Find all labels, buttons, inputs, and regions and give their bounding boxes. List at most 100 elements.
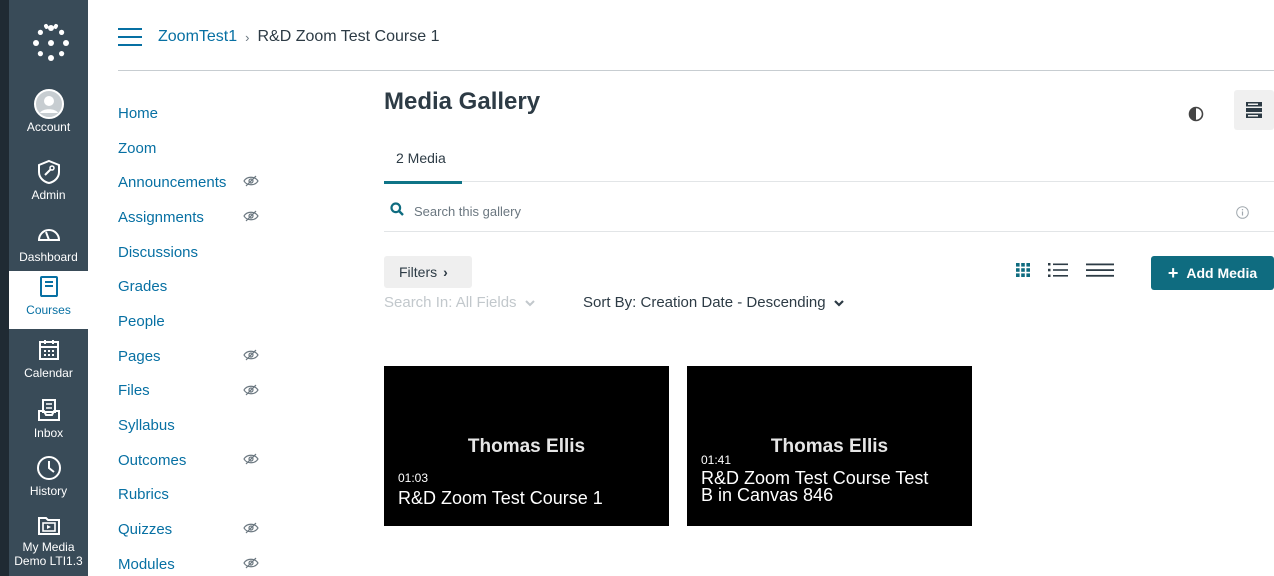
course-nav-item-modules[interactable]: Modules <box>118 547 278 576</box>
media-title: R&D Zoom Test Course Test B in Canvas 84… <box>701 468 929 505</box>
course-nav-label: Home <box>118 104 159 122</box>
global-nav-courses[interactable]: Courses <box>9 271 88 329</box>
global-nav: Account Admin Dashboard Courses Calendar <box>0 0 88 576</box>
filters-label: Filters <box>399 264 438 280</box>
breadcrumb-current: R&D Zoom Test Course 1 <box>257 28 440 45</box>
course-nav-item-people[interactable]: People <box>118 304 278 339</box>
tab-media[interactable]: 2 Media <box>384 146 462 184</box>
sort-by-label: Sort By: Creation Date - Descending <box>583 294 826 311</box>
search-icon[interactable] <box>390 202 404 221</box>
global-nav-dashboard[interactable]: Dashboard <box>9 218 88 276</box>
media-title: R&D Zoom Test Course 1 <box>398 488 603 508</box>
list-view-icon[interactable] <box>1048 262 1068 278</box>
eye-slash-icon <box>243 174 259 191</box>
eye-slash-icon <box>243 521 259 538</box>
search-input[interactable] <box>414 204 1114 219</box>
course-nav-label: Rubrics <box>118 486 169 504</box>
media-card[interactable]: Thomas Ellis 01:41 R&D Zoom Test Course … <box>687 366 972 526</box>
media-gallery: Media Gallery 2 Media Filters › <box>384 88 1274 526</box>
course-nav-label: Announcements <box>118 174 227 192</box>
gallery-tabs: 2 Media <box>384 146 1274 184</box>
course-nav: Home Zoom Announcements Assignments Discussi… <box>118 96 278 576</box>
global-nav-label: Courses <box>26 303 71 317</box>
canvas-logo-icon[interactable] <box>30 22 72 64</box>
chevron-down-icon <box>525 300 535 307</box>
course-nav-label: Zoom <box>118 139 157 157</box>
course-nav-item-home[interactable]: Home <box>118 96 278 131</box>
course-nav-label: Pages <box>118 347 161 365</box>
search-in-dropdown[interactable]: Search In: All Fields <box>384 294 535 311</box>
add-media-button[interactable]: + Add Media <box>1151 256 1274 290</box>
course-nav-label: Syllabus <box>118 417 175 435</box>
filters-button[interactable]: Filters › <box>384 256 472 288</box>
eye-slash-icon <box>243 556 259 573</box>
media-card[interactable]: Thomas Ellis 01:03 R&D Zoom Test Course … <box>384 366 669 526</box>
course-nav-item-syllabus[interactable]: Syllabus <box>118 408 278 443</box>
admin-icon <box>36 156 62 188</box>
tab-active-indicator <box>384 181 462 184</box>
dashboard-icon <box>36 218 62 250</box>
global-nav-calendar[interactable]: Calendar <box>9 334 88 392</box>
course-menu-toggle[interactable] <box>118 28 142 46</box>
course-nav-label: Modules <box>118 555 175 573</box>
compact-view-icon[interactable] <box>1086 262 1114 278</box>
global-nav-label: History <box>29 484 68 498</box>
course-nav-label: Grades <box>118 278 168 296</box>
course-nav-item-rubrics[interactable]: Rubrics <box>118 478 278 513</box>
eye-slash-icon <box>243 452 259 469</box>
hamburger-line <box>118 36 142 38</box>
layout-rows-icon <box>1246 102 1262 118</box>
course-nav-item-discussions[interactable]: Discussions <box>118 235 278 270</box>
breadcrumb-separator: › <box>245 29 250 45</box>
plus-icon: + <box>1167 262 1179 283</box>
media-duration: 01:03 <box>398 471 429 485</box>
header-divider <box>118 70 1274 71</box>
hamburger-line <box>118 44 142 46</box>
course-header: ZoomTest1 › R&D Zoom Test Course 1 <box>118 18 1274 56</box>
global-nav-history[interactable]: History <box>9 452 88 510</box>
global-nav-admin[interactable]: Admin <box>9 156 88 214</box>
grid-view-icon[interactable] <box>1016 263 1030 277</box>
media-owner: Thomas Ellis <box>467 436 586 457</box>
chevron-down-icon <box>834 300 844 307</box>
courses-icon <box>36 271 62 303</box>
inbox-icon <box>36 394 62 426</box>
eye-slash-icon <box>243 348 259 365</box>
global-nav-inbox[interactable]: Inbox <box>9 394 88 452</box>
course-nav-item-files[interactable]: Files <box>118 374 278 409</box>
course-nav-label: People <box>118 312 165 330</box>
media-duration: 01:41 <box>701 453 732 467</box>
view-switcher <box>1016 262 1114 278</box>
search-in-label: Search In: All Fields <box>384 294 517 311</box>
eye-slash-icon <box>243 383 259 400</box>
canvas-page: Account Admin Dashboard Courses Calendar <box>0 0 1274 576</box>
contrast-toggle-icon[interactable] <box>1188 106 1204 127</box>
course-nav-item-grades[interactable]: Grades <box>118 269 278 304</box>
global-nav-label: Inbox <box>33 426 64 440</box>
global-nav-edge <box>0 0 9 576</box>
chevron-right-icon: › <box>443 264 448 280</box>
breadcrumb: ZoomTest1 › R&D Zoom Test Course 1 <box>158 28 439 46</box>
history-icon <box>35 452 63 484</box>
global-nav-my-media[interactable]: My Media Demo LTI1.3 <box>9 510 88 568</box>
course-nav-item-assignments[interactable]: Assignments <box>118 200 278 235</box>
course-nav-item-quizzes[interactable]: Quizzes <box>118 512 278 547</box>
course-nav-item-zoom[interactable]: Zoom <box>118 131 278 166</box>
breadcrumb-course-link[interactable]: ZoomTest1 <box>158 28 237 46</box>
course-nav-label: Assignments <box>118 208 204 226</box>
tab-media-label: 2 Media <box>396 150 446 166</box>
course-nav-item-outcomes[interactable]: Outcomes <box>118 443 278 478</box>
info-icon[interactable] <box>1236 206 1249 224</box>
global-nav-label: Admin <box>31 188 66 202</box>
sort-by-dropdown[interactable]: Sort By: Creation Date - Descending <box>583 294 844 311</box>
course-nav-label: Outcomes <box>118 451 187 469</box>
course-nav-item-pages[interactable]: Pages <box>118 339 278 374</box>
course-nav-label: Files <box>118 382 150 400</box>
global-nav-account[interactable]: Account <box>9 88 88 146</box>
add-media-label: Add Media <box>1186 265 1258 281</box>
course-nav-item-announcements[interactable]: Announcements <box>118 165 278 200</box>
layout-toggle-button[interactable] <box>1234 90 1274 130</box>
course-nav-label: Discussions <box>118 243 199 261</box>
account-icon <box>33 88 65 120</box>
calendar-icon <box>36 334 62 366</box>
